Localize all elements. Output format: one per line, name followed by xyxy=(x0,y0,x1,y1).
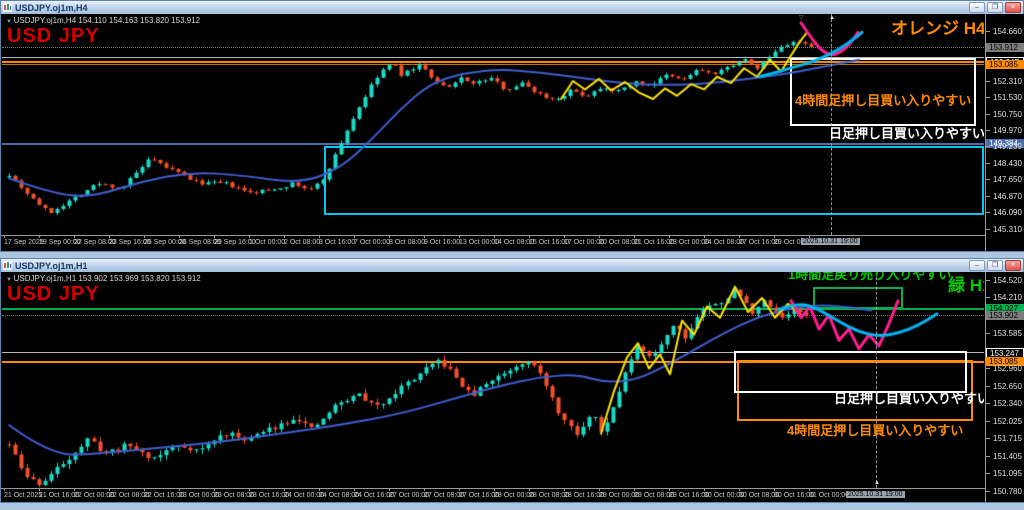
restore-button[interactable]: ❐ xyxy=(987,260,1003,271)
minimize-button[interactable]: – xyxy=(969,260,985,271)
window-titlebar[interactable]: USDJPY.oj1m,H1 – ❐ × xyxy=(1,259,1023,272)
price-tick: 145.310 xyxy=(986,225,1024,234)
chart-window-h4: USDJPY.oj1m,H4 – ❐ × ▼ USDJPY.oj1m,H4 15… xyxy=(0,0,1024,252)
chart-window-h1: USDJPY.oj1m,H1 – ❐ × ▼ USDJPY.oj1m,H1 15… xyxy=(0,258,1024,503)
window-title: USDJPY.oj1m,H4 xyxy=(15,2,88,13)
price-tick: 149.970 xyxy=(986,126,1024,135)
window-titlebar[interactable]: USDJPY.oj1m,H4 – ❐ × xyxy=(1,1,1023,14)
label-orange-h4[interactable]: オレンジ H4 xyxy=(891,19,984,39)
price-tick: 150.750 xyxy=(986,110,1024,119)
price-axis-h4[interactable]: 154.660153.912153.247153.085152.310151.5… xyxy=(985,14,1024,251)
price-axis-h1[interactable]: 154.520 154.210 154.027 153.902 153.585 153.2… xyxy=(985,272,1024,502)
time-label: 3 Oct 16:00 xyxy=(319,236,355,246)
candlestick-canvas-h4 xyxy=(2,14,984,235)
close-button[interactable]: × xyxy=(1005,2,1021,13)
crosshair-time-label: 2025.10.31 19:00 xyxy=(801,238,860,245)
price-tick: 150.780 xyxy=(986,487,1024,496)
minimize-button[interactable]: – xyxy=(969,2,985,13)
time-label: 17 Sep 2025 xyxy=(4,236,44,246)
price-tick: 151.405 xyxy=(986,452,1024,461)
crosshair-vertical-line xyxy=(876,272,877,488)
window-title: USDJPY.oj1m,H1 xyxy=(15,260,88,271)
label-green-h1[interactable]: 緑 H1 xyxy=(948,276,984,296)
time-label: 2 Oct 08:00 xyxy=(284,236,320,246)
candlestick-canvas-h1 xyxy=(2,272,984,488)
note-daily-pullback-buy[interactable]: 日足押し目買い入りやすい xyxy=(829,126,984,141)
time-label: 8 Oct 08:00 xyxy=(389,236,425,246)
plot-h4[interactable]: ▼ USDJPY.oj1m,H4 154.110 154.163 153.820… xyxy=(2,14,984,235)
price-tick: 146.090 xyxy=(986,208,1024,217)
chart-icon xyxy=(3,3,12,12)
note-h1-pullback-sell[interactable]: 1時間足戻り売り入りやすい xyxy=(788,272,951,282)
close-button[interactable]: × xyxy=(1005,260,1021,271)
chart-area-h4[interactable]: ▼ USDJPY.oj1m,H4 154.110 154.163 153.820… xyxy=(1,14,1024,251)
object-anchor-icon: ▽ xyxy=(799,15,804,21)
price-label-orange: 153.085 xyxy=(986,60,1024,69)
chart-icon xyxy=(3,261,12,270)
price-tick: 152.025 xyxy=(986,417,1024,426)
time-label: 1 Oct 00:00 xyxy=(249,236,285,246)
price-tick: 154.520 xyxy=(986,276,1024,285)
price-tick: 151.095 xyxy=(986,469,1024,478)
time-axis-h4[interactable]: 17 Sep 2025 19 Sep 00:00 22 Sep 08:00 23 Se… xyxy=(1,235,985,249)
time-label: 31 Oct 00:00 xyxy=(809,489,849,499)
time-label: 7 Oct 00:00 xyxy=(354,236,390,246)
price-tick: 151.715 xyxy=(986,434,1024,443)
price-tick: 147.650 xyxy=(986,175,1024,184)
price-tick: 149.239 xyxy=(986,142,1024,151)
note-h4-pullback-buy[interactable]: 4時間足押し目買い入りやすい xyxy=(787,423,963,438)
crosshair-vertical-line xyxy=(831,14,832,235)
note-daily-pullback-buy[interactable]: 日足押し目買い入りやすい xyxy=(834,391,984,406)
object-anchor-icon: ▲ xyxy=(874,480,880,486)
price-label-gray: 153.912 xyxy=(986,43,1024,52)
restore-button[interactable]: ❐ xyxy=(987,2,1003,13)
time-axis-h1[interactable]: 21 Oct 2025 21 Oct 16:00 22 Oct 00:00 22 Oc… xyxy=(1,488,985,502)
plot-h1[interactable]: ▼ USDJPY.oj1m,H1 153.902 153.969 153.820… xyxy=(2,272,984,488)
price-tick: 154.210 xyxy=(986,293,1024,302)
price-tick: 152.650 xyxy=(986,382,1024,391)
note-h4-pullback-buy[interactable]: 4時間足押し目買い入りやすい xyxy=(795,93,971,108)
price-tick: 152.310 xyxy=(986,77,1024,86)
price-tick: 152.960 xyxy=(986,364,1024,373)
price-tick: 153.585 xyxy=(986,329,1024,338)
price-label-gray: 153.902 xyxy=(986,311,1024,320)
price-tick: 151.530 xyxy=(986,93,1024,102)
chart-area-h1[interactable]: ▼ USDJPY.oj1m,H1 153.902 153.969 153.820… xyxy=(1,272,1024,502)
crosshair-time-label: 2025.10.31 19:00 xyxy=(846,491,905,498)
price-tick: 146.870 xyxy=(986,192,1024,201)
object-anchor-icon: ▲ xyxy=(829,15,835,21)
price-tick: 152.340 xyxy=(986,399,1024,408)
price-tick: 148.430 xyxy=(986,159,1024,168)
time-label: 21 Oct 2025 xyxy=(4,489,42,499)
price-tick: 154.660 xyxy=(986,27,1024,36)
time-label: 9 Oct 16:00 xyxy=(424,236,460,246)
